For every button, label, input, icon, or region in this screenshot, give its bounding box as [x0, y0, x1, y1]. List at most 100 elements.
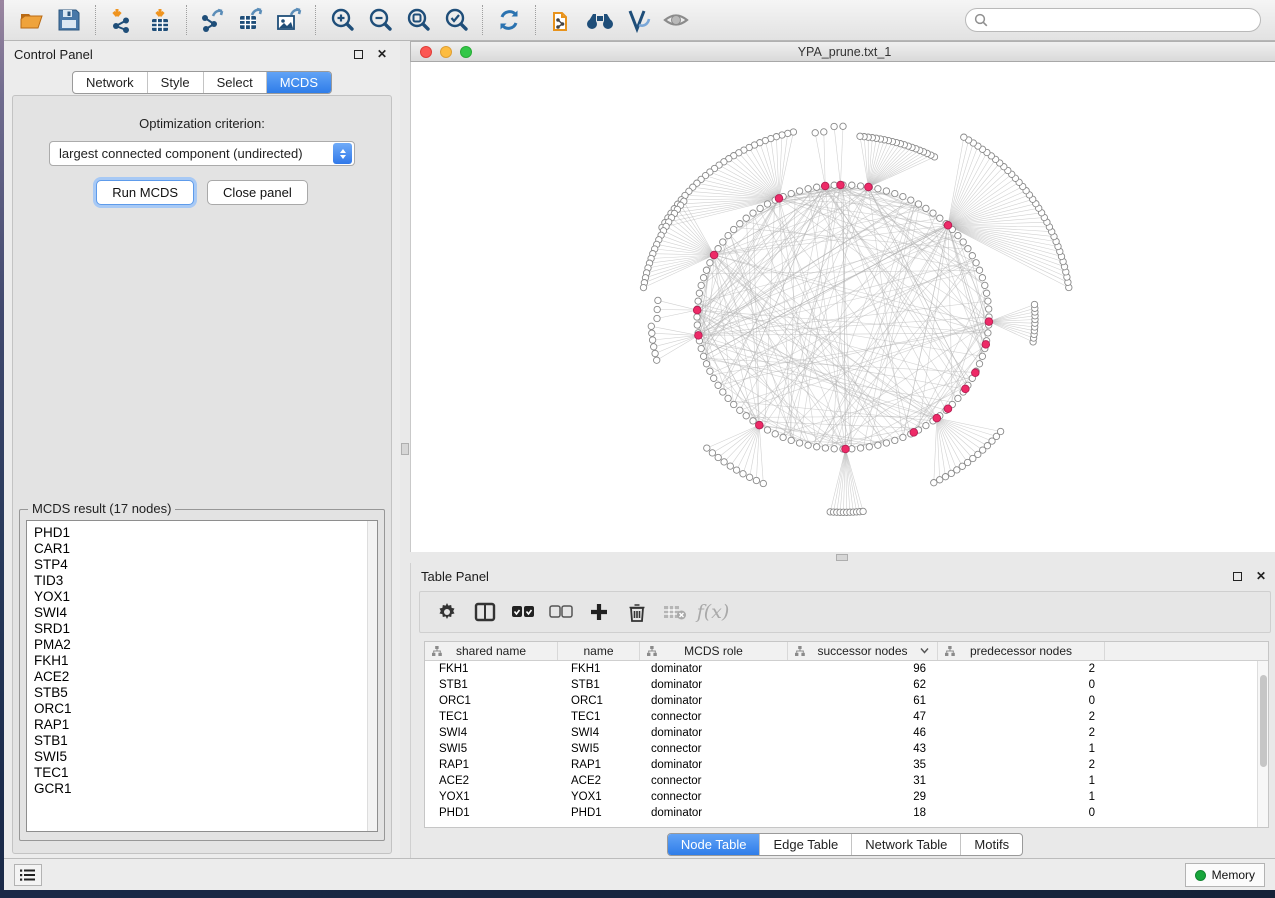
zoom-selected-icon[interactable]: [437, 3, 475, 37]
column-header-shared-name[interactable]: shared name: [425, 642, 558, 660]
export-image-icon[interactable]: [270, 3, 308, 37]
network-canvas[interactable]: [410, 62, 1275, 552]
cell: TEC1: [425, 711, 558, 723]
export-network-icon[interactable]: [194, 3, 232, 37]
mcds-node-item[interactable]: STP4: [34, 557, 377, 573]
zoom-fit-icon[interactable]: [399, 3, 437, 37]
mcds-node-item[interactable]: TEC1: [34, 765, 377, 781]
mcds-node-item[interactable]: GCR1: [34, 781, 377, 797]
table-row[interactable]: SWI5SWI5connector431: [425, 741, 1268, 757]
clone-network-icon[interactable]: [543, 3, 581, 37]
close-panel-button[interactable]: Close panel: [207, 180, 308, 205]
table-row[interactable]: FKH1FKH1dominator962: [425, 661, 1268, 677]
criterion-dropdown[interactable]: largest connected component (undirected): [49, 141, 355, 166]
mcds-node-item[interactable]: FKH1: [34, 653, 377, 669]
zoom-in-icon[interactable]: [323, 3, 361, 37]
table-row[interactable]: STB1STB1dominator620: [425, 677, 1268, 693]
mcds-node-item[interactable]: SWI4: [34, 605, 377, 621]
zoom-out-icon[interactable]: [361, 3, 399, 37]
export-table-icon[interactable]: [232, 3, 270, 37]
cell: STB1: [425, 679, 558, 691]
table-row[interactable]: PHD1PHD1dominator180: [425, 805, 1268, 821]
table-row[interactable]: ORC1ORC1dominator610: [425, 693, 1268, 709]
mcds-result-list[interactable]: PHD1CAR1STP4TID3YOX1SWI4SRD1PMA2FKH1ACE2…: [26, 520, 378, 832]
table-panel-tabs: Node TableEdge TableNetwork TableMotifs: [667, 833, 1023, 856]
tab-network-table[interactable]: Network Table: [851, 834, 960, 855]
close-panel-icon[interactable]: ✕: [374, 46, 390, 62]
select-all-icon[interactable]: [506, 595, 540, 629]
mcds-node-item[interactable]: SRD1: [34, 621, 377, 637]
save-session-icon[interactable]: [50, 3, 88, 37]
control-panel-title: Control Panel: [14, 47, 342, 62]
mcds-node-item[interactable]: TID3: [34, 573, 377, 589]
delete-table-icon[interactable]: [658, 595, 692, 629]
horizontal-split-divider[interactable]: [410, 552, 1275, 563]
show-hide-icon[interactable]: [657, 3, 695, 37]
mcds-node-item[interactable]: PMA2: [34, 637, 377, 653]
memory-button[interactable]: Memory: [1185, 863, 1265, 887]
tab-node-table[interactable]: Node Table: [668, 834, 760, 855]
deselect-all-icon[interactable]: [544, 595, 578, 629]
cell: YOX1: [425, 791, 558, 803]
table-row[interactable]: YOX1YOX1connector291: [425, 789, 1268, 805]
search-input[interactable]: [989, 13, 1252, 27]
tab-mcds[interactable]: MCDS: [266, 72, 331, 93]
cell: 2: [938, 711, 1105, 723]
column-header-predecessor-nodes[interactable]: predecessor nodes: [938, 642, 1105, 660]
mcds-node-item[interactable]: CAR1: [34, 541, 377, 557]
tree-icon: [432, 646, 442, 656]
mcds-node-item[interactable]: RAP1: [34, 717, 377, 733]
network-window-titlebar[interactable]: YPA_prune.txt_1: [410, 41, 1275, 62]
search-field[interactable]: [965, 8, 1261, 32]
tab-network[interactable]: Network: [73, 72, 147, 93]
table-row[interactable]: RAP1RAP1dominator352: [425, 757, 1268, 773]
column-header-name[interactable]: name: [558, 642, 640, 660]
toolbar-separator: [315, 5, 316, 35]
mcds-node-item[interactable]: SWI5: [34, 749, 377, 765]
function-builder-icon[interactable]: f(x): [696, 595, 730, 629]
task-history-button[interactable]: [14, 864, 42, 886]
mcds-node-item[interactable]: PHD1: [34, 525, 377, 541]
search-network-icon[interactable]: [581, 3, 619, 37]
import-table-icon[interactable]: [141, 3, 179, 37]
table-scrollbar[interactable]: [1257, 661, 1268, 827]
import-network-icon[interactable]: [103, 3, 141, 37]
run-mcds-button[interactable]: Run MCDS: [96, 180, 194, 205]
vertical-split-divider[interactable]: [400, 41, 410, 858]
column-header-successor-nodes[interactable]: successor nodes: [788, 642, 938, 660]
float-panel-icon[interactable]: [1229, 568, 1245, 584]
mcds-tab-content: Optimization criterion: largest connecte…: [12, 95, 392, 854]
close-panel-icon[interactable]: ✕: [1253, 568, 1269, 584]
tab-edge-table[interactable]: Edge Table: [759, 834, 851, 855]
cell: 47: [788, 711, 938, 723]
tab-style[interactable]: Style: [147, 72, 203, 93]
add-column-icon[interactable]: [582, 595, 616, 629]
table-row[interactable]: TEC1TEC1connector472: [425, 709, 1268, 725]
scrollbar-thumb[interactable]: [1260, 675, 1267, 767]
column-header-MCDS-role[interactable]: MCDS role: [640, 642, 788, 660]
cell: ORC1: [425, 695, 558, 707]
divider-grip[interactable]: [401, 443, 409, 455]
mcds-node-item[interactable]: STB5: [34, 685, 377, 701]
cell: 96: [788, 663, 938, 675]
cell: PHD1: [558, 807, 640, 819]
tab-motifs[interactable]: Motifs: [960, 834, 1022, 855]
table-row[interactable]: ACE2ACE2connector311: [425, 773, 1268, 789]
tab-select[interactable]: Select: [203, 72, 266, 93]
divider-grip[interactable]: [836, 554, 848, 561]
mcds-node-item[interactable]: ORC1: [34, 701, 377, 717]
show-column-icon[interactable]: [468, 595, 502, 629]
delete-column-icon[interactable]: [620, 595, 654, 629]
mcds-node-item[interactable]: YOX1: [34, 589, 377, 605]
vizmapper-icon[interactable]: [619, 3, 657, 37]
mcds-list-scrollbar[interactable]: [367, 521, 377, 831]
cell: connector: [640, 791, 788, 803]
mcds-node-item[interactable]: ACE2: [34, 669, 377, 685]
table-row[interactable]: SWI4SWI4dominator462: [425, 725, 1268, 741]
mcds-node-item[interactable]: STB1: [34, 733, 377, 749]
open-file-icon[interactable]: [12, 3, 50, 37]
cell: 2: [938, 759, 1105, 771]
float-panel-icon[interactable]: [350, 46, 366, 62]
table-settings-icon[interactable]: [430, 595, 464, 629]
refresh-icon[interactable]: [490, 3, 528, 37]
